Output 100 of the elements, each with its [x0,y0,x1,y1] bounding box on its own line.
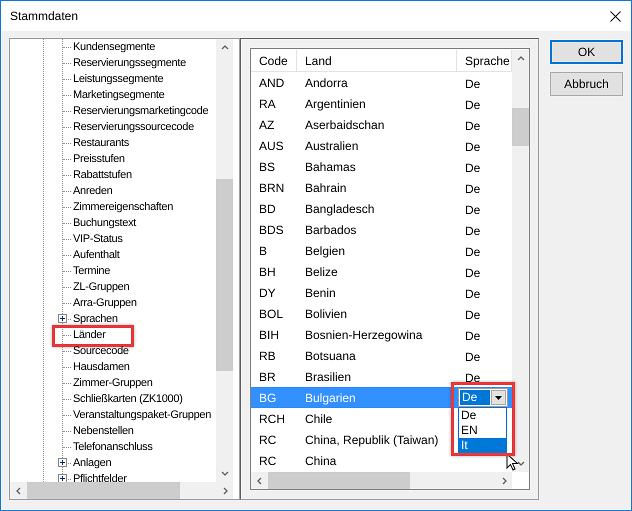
tree-item[interactable]: Veranstaltungspaket-Gruppen [71,407,212,423]
tree-item[interactable]: Buchungstext [71,215,136,231]
table-cell-text: De [465,349,480,366]
dropdown-value: De [460,390,490,405]
scrollbar-thumb[interactable] [27,482,180,499]
expand-icon[interactable] [58,458,67,467]
scrollbar-thumb[interactable] [216,179,233,371]
table-row[interactable]: BR Brasilien De [251,366,512,387]
table-cell-text: De [465,265,480,282]
tree-item[interactable]: Reservierungssegmente [71,55,186,71]
horizontal-scrollbar[interactable] [10,482,233,499]
tree-item[interactable]: Hausdamen [71,359,130,375]
table-cell-text: BD [258,200,277,218]
table-cell-text: De [465,139,480,156]
tree-item[interactable]: Sprachen [71,311,118,327]
tree-item[interactable]: Arra-Gruppen [71,295,137,311]
column-header[interactable]: Land [297,50,457,71]
tree-item[interactable]: Reservierungsmarketingcode [71,103,208,119]
table-row[interactable]: RA Argentinien De [251,93,512,114]
scroll-down-icon[interactable] [516,458,526,468]
table-row[interactable]: B Belgien De [251,240,512,261]
close-icon[interactable] [610,10,621,22]
table-cell-text: Chile [304,410,334,428]
cursor-icon [506,453,520,471]
table-cell-text: Belgien [304,242,346,260]
tree-item[interactable]: Zimmereigenschaften [71,199,174,215]
table-row[interactable]: BDS Barbados De [251,219,512,240]
tree-item[interactable]: Reservierungssourcecode [71,119,194,135]
table-cell-text: Andorra [304,74,349,92]
dropdown-option[interactable]: EN [459,423,506,438]
table-row[interactable]: DY Benin De [251,282,512,303]
expand-icon[interactable] [58,474,67,482]
dialog-button[interactable]: OK [550,40,623,64]
table-row[interactable]: BS Bahamas De [251,156,512,177]
tree-item[interactable]: Leistungssegmente [71,71,164,87]
tree-item[interactable]: Aufenthalt [71,247,120,263]
table-cell-text: RCH [258,410,286,428]
tree-item[interactable]: Zimmer-Gruppen [71,375,153,391]
tree-item[interactable]: Marketingsegmente [71,87,165,103]
table-cell-text: RC [258,432,278,448]
dropdown-option[interactable]: It [459,438,506,453]
table-cell-text: BG [258,390,278,406]
scrollbar-thumb[interactable] [268,472,410,489]
tree-item[interactable]: Anreden [71,183,112,199]
tree-item[interactable]: Termine [71,263,110,279]
scroll-left-icon[interactable] [14,486,24,496]
tree-item[interactable]: Nebenstellen [71,423,134,439]
table-row[interactable]: BD Bangladesch De [251,198,512,219]
tree-item[interactable]: Schließkarten (ZK1000) [71,391,183,407]
table-cell-text: Bosnien-Herzegowina [304,326,424,344]
table-cell-text: BOL [258,306,284,322]
table-cell-text: AUS [258,138,285,154]
vertical-scrollbar[interactable] [216,39,233,482]
table-cell-text: Botsuana [304,348,357,364]
caret-icon[interactable] [495,396,502,400]
table-cell-text: De [465,307,480,324]
expand-icon[interactable] [58,314,67,323]
language-dropdown[interactable]: De [458,388,508,407]
table-cell-text: De [465,202,480,219]
table-row[interactable]: BH Belize De [251,261,512,282]
dialog-button[interactable]: Abbruch [550,72,623,96]
table-cell-text: BR [258,368,277,386]
table-cell-text: Bahrain [304,180,348,196]
table-cell-text: BH [258,264,277,280]
tree-item[interactable]: Rabattstufen [71,167,132,183]
table-row[interactable]: AZ Aserbaidschan De [251,114,512,135]
table-cell-text: De [465,97,480,114]
tree-item[interactable]: Länder [71,327,106,343]
horizontal-scrollbar[interactable] [251,472,512,489]
table-cell-text: De [465,244,480,261]
table-row[interactable]: BIH Bosnien-Herzegowina De [251,324,512,345]
table-row[interactable]: BRN Bahrain De [251,177,512,198]
column-header[interactable]: Code [251,50,297,71]
scroll-left-icon[interactable] [254,476,264,486]
table-row[interactable]: AND Andorra De [251,72,512,93]
tree-item[interactable]: Restaurants [71,135,130,151]
table-cell-text: Australien [304,138,360,154]
tree-item[interactable]: Telefonanschluss [71,439,153,455]
table-row[interactable]: BOL Bolivien De [251,303,512,324]
table-cell-text: BDS [258,222,285,238]
table-cell-text: B [258,242,268,260]
table-cell-text: Aserbaidschan [304,116,386,134]
table-row[interactable]: RB Botsuana De [251,345,512,366]
vertical-scrollbar[interactable] [512,50,529,472]
table-cell-text: AND [258,74,286,92]
table-cell-text: BIH [258,326,280,344]
tree-item[interactable]: VIP-Status [71,231,123,247]
tree-item[interactable]: Kundensegmente [71,39,156,55]
tree-item[interactable]: Preisstufen [71,151,125,167]
table-cell-text: De [465,118,480,135]
scrollbar-thumb[interactable] [512,108,529,146]
table-cell-text: Bangladesch [304,200,376,218]
table-row[interactable]: AUS Australien De [251,135,512,156]
tree-item[interactable]: Sourcecode [71,343,129,359]
dropdown-option[interactable]: De [459,408,506,423]
table-cell-text: Brasilien [304,368,352,386]
tree-item[interactable]: Anlagen [71,455,112,471]
table-cell-text: BS [258,158,276,176]
tree-item[interactable]: Pflichtfelder [71,471,127,482]
tree-item[interactable]: ZL-Gruppen [71,279,130,295]
